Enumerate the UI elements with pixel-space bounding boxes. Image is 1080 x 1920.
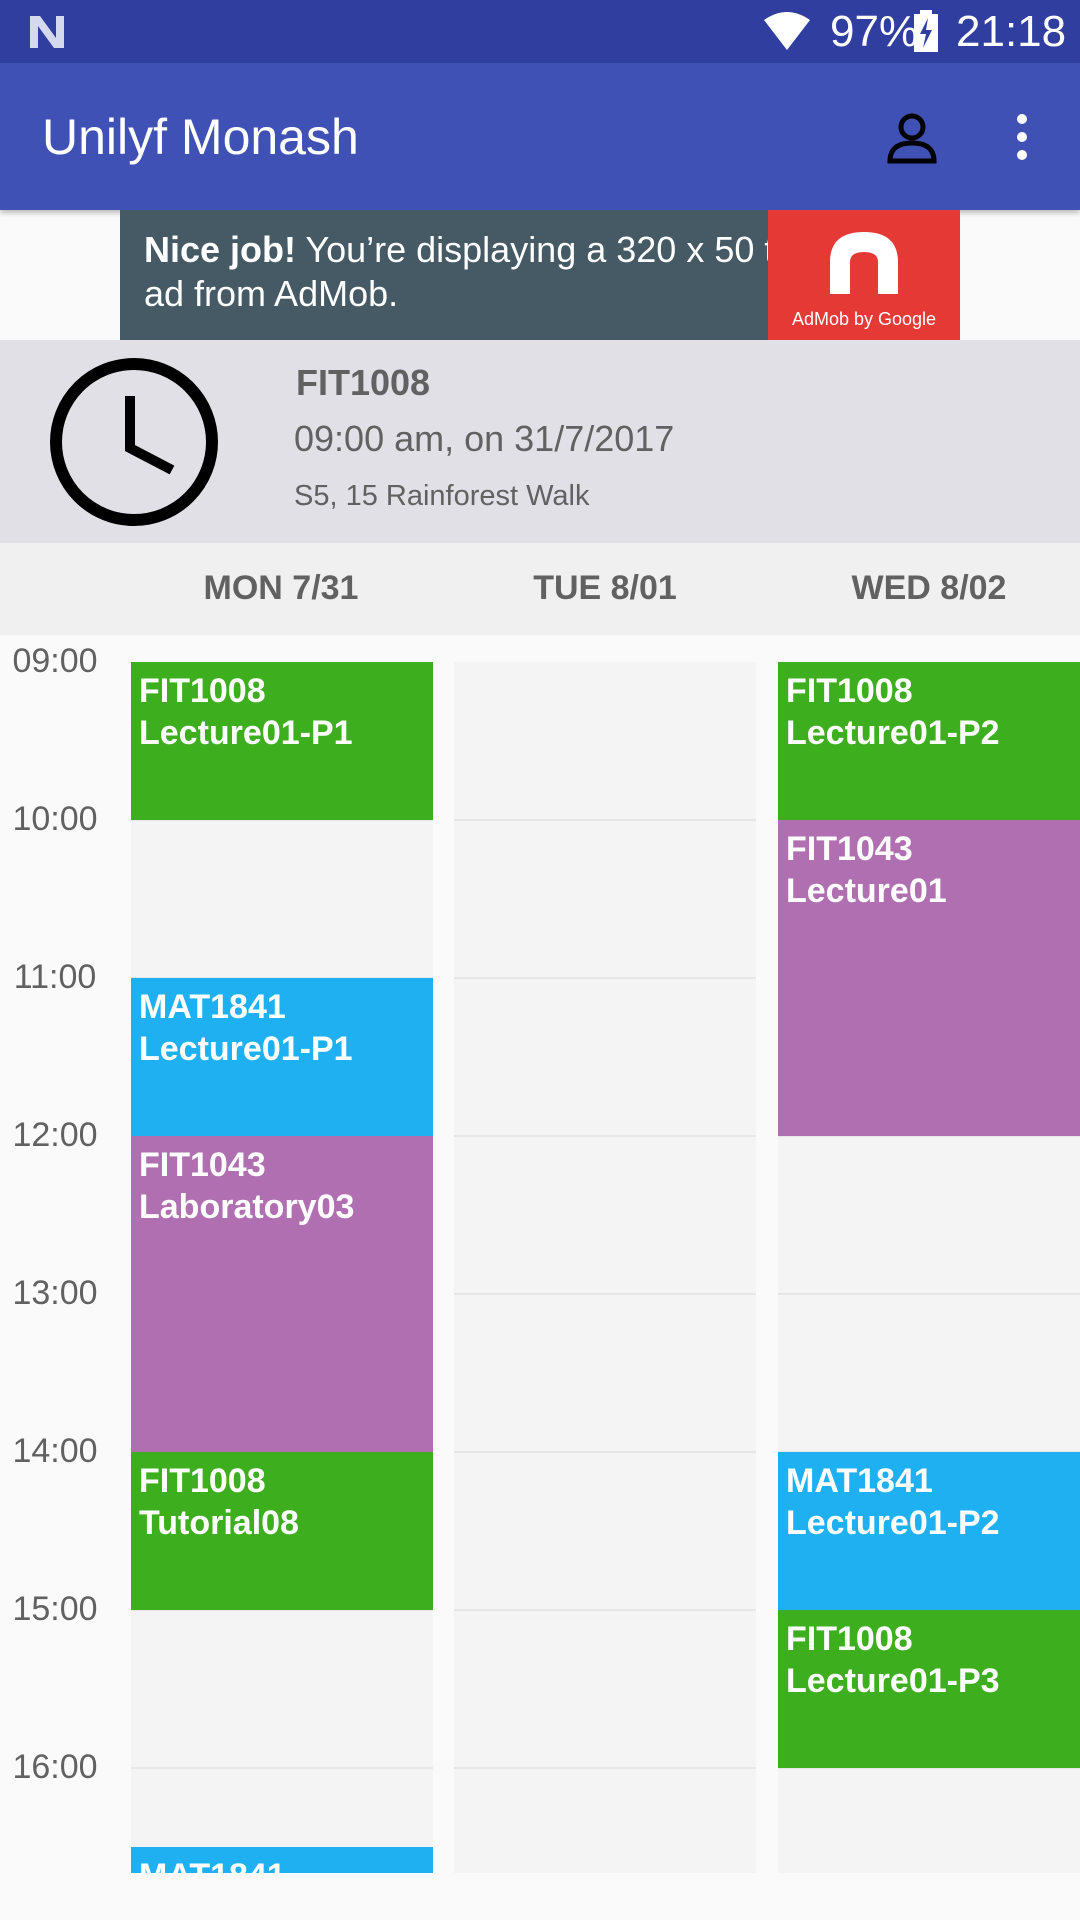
account-icon[interactable] (884, 109, 940, 165)
class-event[interactable]: FIT1008 Tutorial08 (131, 1452, 433, 1610)
event-code: FIT1008 (786, 1620, 913, 1658)
event-code: MAT1841 (139, 988, 286, 1026)
hour-gridline (131, 1767, 433, 1769)
hour-gridline (454, 1767, 756, 1769)
class-event[interactable]: FIT1043 Lecture01 (778, 820, 1080, 1136)
day-column-mon[interactable]: FIT1008 Lecture01-P1 MAT1841 Lecture01-P1 FI… (131, 662, 433, 1873)
app-bar: Unilyf Monash (0, 63, 1080, 210)
battery-charging-icon (914, 10, 938, 52)
day-column-wed[interactable]: FIT1008 Lecture01-P2 FIT1043 Lecture01 MAT18… (778, 662, 1080, 1873)
next-class-location: S5, 15 Rainforest Walk (294, 480, 590, 512)
class-event[interactable]: FIT1008 Lecture01-P1 (131, 662, 433, 820)
event-name: Lecture01 (786, 872, 947, 910)
event-code: FIT1043 (786, 830, 913, 868)
time-label: 12:00 (12, 1116, 98, 1154)
hour-gridline (454, 1135, 756, 1137)
day-header-wed: WED 8/02 (851, 569, 1007, 607)
admob-icon (830, 232, 898, 294)
next-class-time: 09:00 am, on 31/7/2017 (294, 418, 675, 459)
time-label: 14:00 (12, 1432, 98, 1470)
day-column-tue[interactable] (454, 662, 756, 1873)
event-name: Laboratory03 (139, 1188, 355, 1226)
status-bar: 97% 21:18 (0, 0, 1080, 63)
time-label: 10:00 (12, 800, 98, 838)
hour-gridline (454, 819, 756, 821)
ad-text: Nice job! You’re displaying a 320 x 50 t… (144, 229, 823, 314)
event-code: MAT1841 (139, 1855, 425, 1873)
event-name: Lecture01-P3 (786, 1662, 1000, 1700)
class-event[interactable]: MAT1841 Lecture01-P1 (131, 978, 433, 1136)
event-code: FIT1008 (786, 672, 913, 710)
class-event[interactable]: MAT1841 (131, 1847, 433, 1873)
event-code: MAT1841 (786, 1462, 933, 1500)
hour-gridline (454, 1451, 756, 1453)
time-label: 15:00 (12, 1590, 98, 1628)
class-event[interactable]: MAT1841 Lecture01-P2 (778, 1452, 1080, 1610)
hour-gridline (454, 1293, 756, 1295)
admob-caption: AdMob by Google (791, 309, 937, 329)
class-event[interactable]: FIT1008 Lecture01-P3 (778, 1610, 1080, 1768)
event-name: Lecture01-P2 (786, 714, 1000, 752)
battery-percent: 97% (830, 7, 919, 56)
event-code: FIT1008 (139, 1462, 266, 1500)
time-label: 09:00 (12, 642, 98, 680)
clock-icon (50, 358, 218, 526)
wifi-icon (764, 12, 810, 50)
event-code: FIT1008 (139, 672, 266, 710)
time-label: 16:00 (12, 1748, 98, 1786)
ad-banner[interactable]: Nice job! You’re displaying a 320 x 50 t… (120, 210, 960, 340)
day-header-mon: MON 7/31 (203, 569, 359, 607)
day-header-tue: TUE 8/01 (533, 569, 677, 607)
time-label: 13:00 (12, 1274, 98, 1312)
hour-gridline (454, 1609, 756, 1611)
class-event[interactable]: FIT1008 Lecture01-P2 (778, 662, 1080, 820)
status-clock: 21:18 (956, 7, 1067, 56)
event-name: Tutorial08 (139, 1504, 299, 1542)
hour-gridline (778, 1293, 1080, 1295)
event-name: Lecture01-P2 (786, 1504, 1000, 1542)
class-event[interactable]: FIT1043 Laboratory03 (131, 1136, 433, 1452)
more-options-icon[interactable] (1000, 109, 1044, 165)
timetable-grid[interactable]: FIT1008 Lecture01-P1 MAT1841 Lecture01-P1 FI… (0, 635, 1080, 1920)
event-name: Lecture01-P1 (139, 1030, 353, 1068)
admob-logo: AdMob by Google (768, 210, 960, 340)
next-class-code: FIT1008 (296, 362, 431, 403)
app-title: Unilyf Monash (42, 109, 359, 165)
event-name: Lecture01-P1 (139, 714, 353, 752)
hour-gridline (454, 977, 756, 979)
time-label: 11:00 (13, 958, 97, 996)
day-header-row: MON 7/31 TUE 8/01 WED 8/02 (0, 543, 1080, 635)
next-class-card[interactable]: FIT1008 09:00 am, on 31/7/2017 S5, 15 Ra… (0, 340, 1080, 543)
notification-n-icon (30, 16, 64, 48)
event-code: FIT1043 (139, 1146, 266, 1184)
